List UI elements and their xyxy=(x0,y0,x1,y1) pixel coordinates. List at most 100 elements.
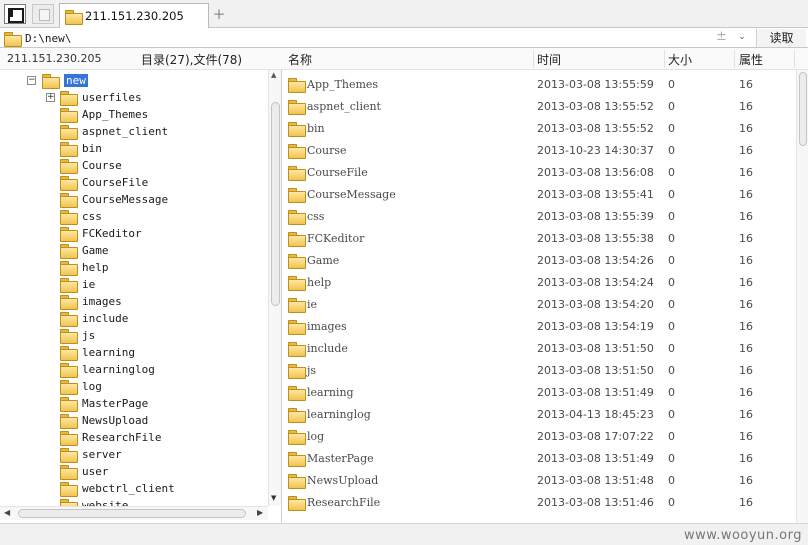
file-row[interactable]: aspnet_client 2013-03-08 13:55:52 0 16 xyxy=(282,95,796,117)
file-row[interactable]: CourseMessage 2013-03-08 13:55:41 0 16 xyxy=(282,183,796,205)
tree-node-label: webctrl_client xyxy=(82,482,175,495)
tree-node[interactable]: FCKeditor xyxy=(60,225,142,242)
tree-vertical-scrollbar[interactable]: ▲ ▼ xyxy=(268,70,281,506)
tree-node[interactable]: CourseMessage xyxy=(60,191,168,208)
tree-node[interactable]: NewsUpload xyxy=(60,412,148,429)
directory-tree-pane: 211.151.230.205 目录(27),文件(78) − new + use… xyxy=(0,48,282,523)
add-tab-button[interactable]: + xyxy=(211,5,227,23)
file-row[interactable]: bin 2013-03-08 13:55:52 0 16 xyxy=(282,117,796,139)
collapse-icon[interactable]: − xyxy=(27,76,36,85)
file-time: 2013-03-08 13:51:48 xyxy=(537,474,654,487)
tree-node-label: website xyxy=(82,499,129,506)
tree-node[interactable]: ie xyxy=(60,276,95,293)
document-icon[interactable] xyxy=(32,4,54,24)
file-row[interactable]: CourseFile 2013-03-08 13:56:08 0 16 xyxy=(282,161,796,183)
file-row[interactable]: css 2013-03-08 13:55:39 0 16 xyxy=(282,205,796,227)
scroll-thumb[interactable] xyxy=(271,102,280,306)
file-row[interactable]: App_Themes 2013-03-08 13:55:59 0 16 xyxy=(282,73,796,95)
tree-node[interactable]: website xyxy=(60,497,128,506)
file-row[interactable]: js 2013-03-08 13:51:50 0 16 xyxy=(282,359,796,381)
tree-node[interactable]: server xyxy=(60,446,122,463)
tree-node[interactable]: learning xyxy=(60,344,135,361)
column-divider[interactable] xyxy=(533,50,534,68)
tree-node-label: ResearchFile xyxy=(82,431,162,444)
file-row[interactable]: ResearchFile 2013-03-08 13:51:46 0 16 xyxy=(282,491,796,513)
file-size: 0 xyxy=(668,144,675,157)
file-size: 0 xyxy=(668,122,675,135)
scroll-right-icon[interactable]: ▶ xyxy=(257,508,263,517)
file-row[interactable]: FCKeditor 2013-03-08 13:55:38 0 16 xyxy=(282,227,796,249)
scroll-left-icon[interactable]: ◀ xyxy=(4,508,10,517)
tree-node-label: js xyxy=(82,329,96,342)
folder-icon xyxy=(42,74,60,89)
file-name: ResearchFile xyxy=(307,496,381,509)
column-divider[interactable] xyxy=(794,50,795,68)
tree-node[interactable]: MasterPage xyxy=(60,395,148,412)
tree-node[interactable]: bin xyxy=(60,140,102,157)
tree-node-label: css xyxy=(82,210,102,223)
tree-node[interactable]: CourseFile xyxy=(60,174,148,191)
column-header-name[interactable]: 名称 xyxy=(288,51,312,68)
tree-node[interactable]: learninglog xyxy=(60,361,155,378)
panel-toggle-icon[interactable] xyxy=(4,4,26,24)
tree-horizontal-scrollbar[interactable]: ◀ ▶ xyxy=(0,506,268,520)
file-row[interactable]: log 2013-03-08 17:07:22 0 16 xyxy=(282,425,796,447)
tree-node[interactable]: help xyxy=(60,259,109,276)
column-header-time[interactable]: 时间 xyxy=(537,51,561,68)
file-row[interactable]: Game 2013-03-08 13:54:26 0 16 xyxy=(282,249,796,271)
file-name: help xyxy=(307,276,332,289)
column-divider[interactable] xyxy=(664,50,665,68)
tree-node[interactable]: + userfiles xyxy=(46,89,142,106)
folder-icon xyxy=(60,244,78,259)
tab-server[interactable]: 211.151.230.205 xyxy=(59,3,209,28)
file-name: bin xyxy=(307,122,325,135)
tree-node[interactable]: Course xyxy=(60,157,122,174)
path-input[interactable]: D:\new\ xyxy=(4,29,752,47)
file-row[interactable]: MasterPage 2013-03-08 13:51:49 0 16 xyxy=(282,447,796,469)
tree-node[interactable]: user xyxy=(60,463,109,480)
tree-node[interactable]: Game xyxy=(60,242,109,259)
file-attr: 16 xyxy=(739,188,753,201)
tree-node[interactable]: include xyxy=(60,310,128,327)
chevron-down-icon[interactable]: ⌄ xyxy=(736,30,748,44)
file-row[interactable]: images 2013-03-08 13:54:19 0 16 xyxy=(282,315,796,337)
folder-icon xyxy=(4,31,22,47)
file-size: 0 xyxy=(668,320,675,333)
folder-icon xyxy=(288,408,306,423)
tree-node-root[interactable]: − new xyxy=(27,72,88,89)
file-row[interactable]: learning 2013-03-08 13:51:49 0 16 xyxy=(282,381,796,403)
expand-icon[interactable]: + xyxy=(46,93,55,102)
tab-label: 211.151.230.205 xyxy=(85,9,184,23)
scroll-thumb[interactable] xyxy=(18,509,246,518)
file-row[interactable]: help 2013-03-08 13:54:24 0 16 xyxy=(282,271,796,293)
tree-node[interactable]: js xyxy=(60,327,95,344)
file-row[interactable]: learninglog 2013-04-13 18:45:23 0 16 xyxy=(282,403,796,425)
column-header-size[interactable]: 大小 xyxy=(668,51,692,68)
item-counts: 目录(27),文件(78) xyxy=(141,53,243,67)
file-row[interactable]: ie 2013-03-08 13:54:20 0 16 xyxy=(282,293,796,315)
tree-node-label: CourseFile xyxy=(82,176,149,189)
file-time: 2013-03-08 17:07:22 xyxy=(537,430,654,443)
tree-node[interactable]: css xyxy=(60,208,102,225)
read-button[interactable]: 读取 xyxy=(756,29,806,47)
file-row[interactable]: include 2013-03-08 13:51:50 0 16 xyxy=(282,337,796,359)
tree-node-label: images xyxy=(82,295,122,308)
tree-node[interactable]: ResearchFile xyxy=(60,429,161,446)
tree-node[interactable]: images xyxy=(60,293,122,310)
tree-node[interactable]: aspnet_client xyxy=(60,123,168,140)
scroll-down-icon[interactable]: ▼ xyxy=(271,494,276,502)
file-size: 0 xyxy=(668,276,675,289)
column-divider[interactable] xyxy=(734,50,735,68)
plus-minus-icon[interactable]: ± xyxy=(716,29,727,45)
scroll-up-icon[interactable]: ▲ xyxy=(271,71,276,79)
file-name: learninglog xyxy=(307,408,371,421)
file-row[interactable]: NewsUpload 2013-03-08 13:51:48 0 16 xyxy=(282,469,796,491)
tree-node[interactable]: webctrl_client xyxy=(60,480,175,497)
file-row[interactable]: Course 2013-10-23 14:30:37 0 16 xyxy=(282,139,796,161)
tree-node[interactable]: App_Themes xyxy=(60,106,148,123)
file-list-vertical-scrollbar[interactable] xyxy=(796,70,808,523)
tree-node[interactable]: log xyxy=(60,378,102,395)
file-size: 0 xyxy=(668,166,675,179)
column-header-attr[interactable]: 属性 xyxy=(739,51,763,68)
scroll-thumb[interactable] xyxy=(799,72,807,146)
